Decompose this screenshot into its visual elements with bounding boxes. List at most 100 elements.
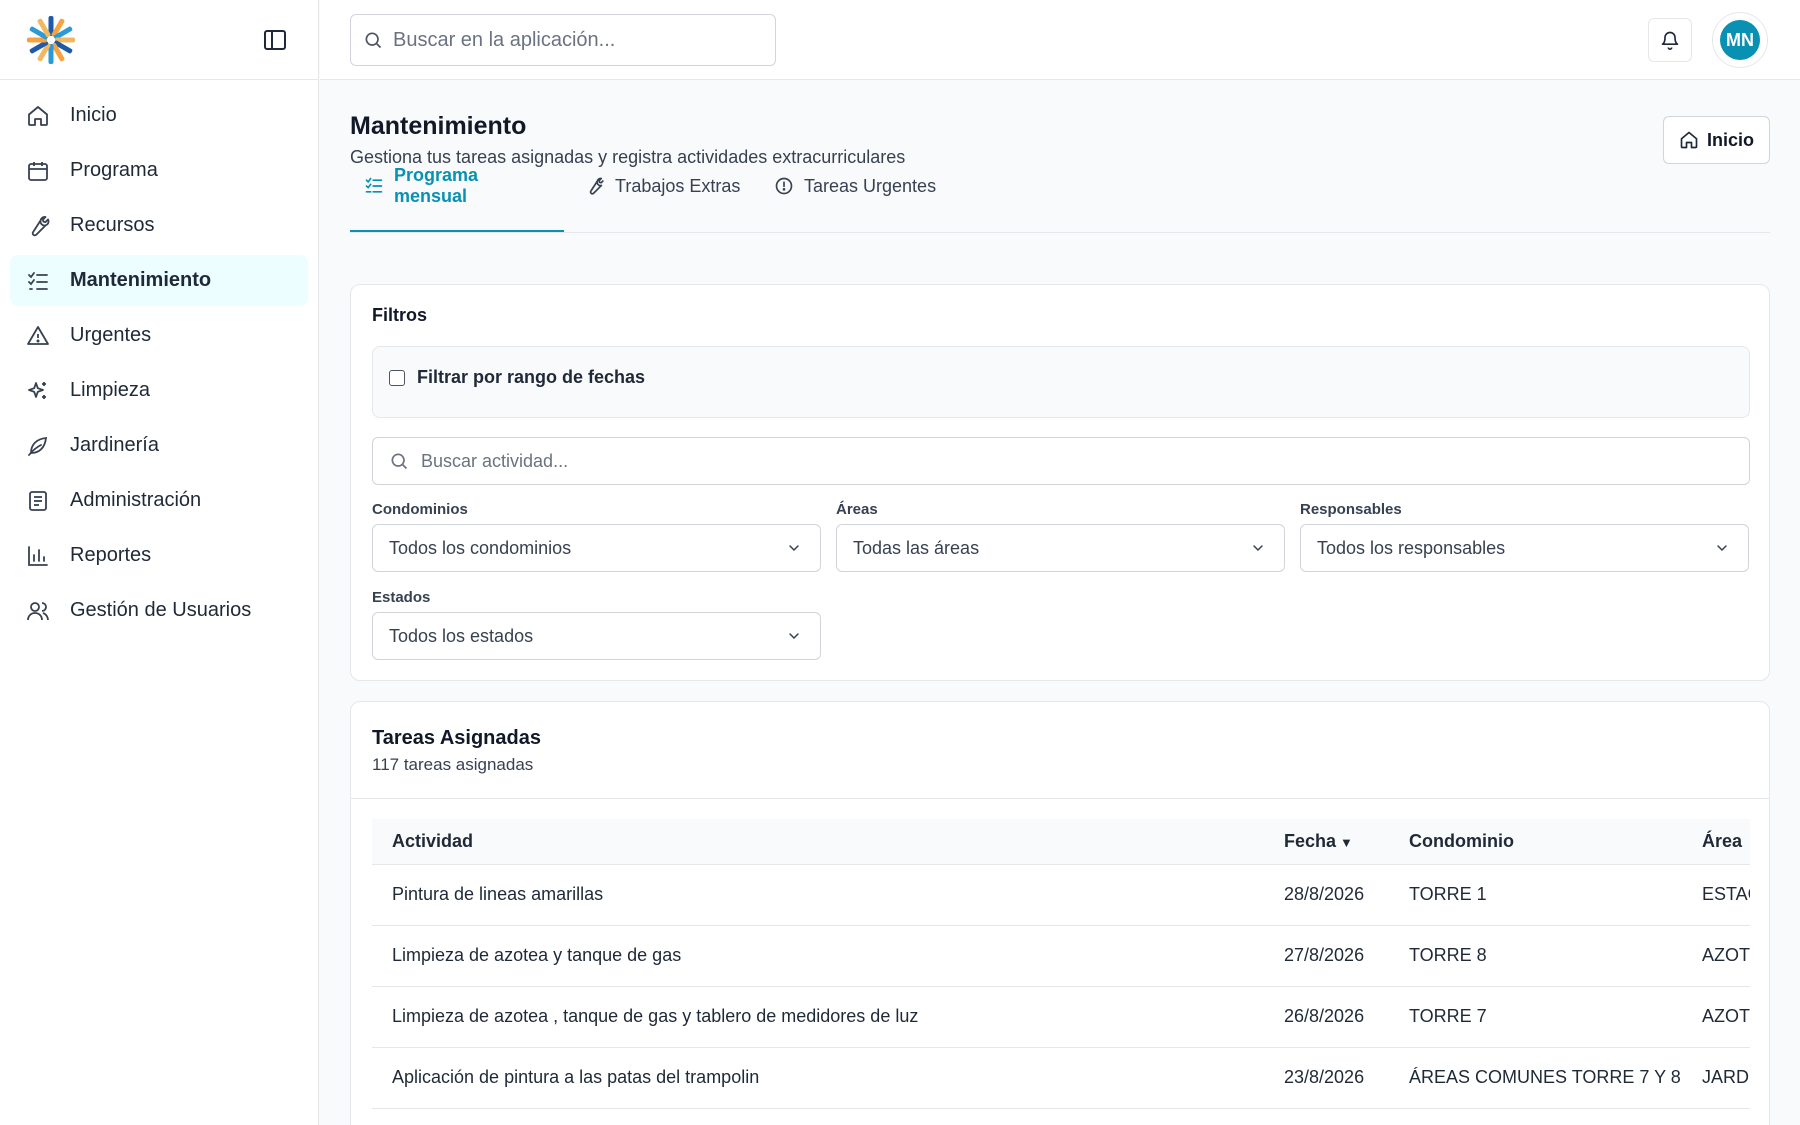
cell-condominio: TORRE 1 (1389, 864, 1682, 926)
column-header-actividad[interactable]: Actividad (372, 819, 1264, 865)
alert-triangle-icon (26, 324, 50, 348)
date-range-panel: Filtrar por rango de fechas (372, 346, 1750, 418)
cell-actividad: Limpieza de azotea y tanque de gas (372, 925, 1264, 987)
bell-icon (1661, 31, 1679, 50)
sidebar-item-label: Limpieza (70, 379, 151, 401)
column-header-condominio[interactable]: Condominio (1389, 819, 1682, 865)
condominios-label: Condominios (372, 501, 468, 518)
app-search-input[interactable] (393, 28, 753, 52)
estados-label: Estados (372, 589, 431, 606)
tab-label: Trabajos Extras (615, 175, 741, 196)
users-icon (26, 599, 50, 623)
app-logo[interactable] (25, 14, 77, 66)
calendar-icon (26, 159, 50, 183)
chevron-down-icon (789, 633, 799, 640)
sidebar-item-reportes[interactable]: Reportes (10, 530, 308, 581)
activity-search[interactable] (372, 437, 1750, 485)
sidebar-item-label: Gestión de Usuarios (70, 599, 252, 621)
tab-label: Tareas Urgentes (804, 175, 937, 196)
sidebar-item-mantenimiento[interactable]: Mantenimiento (10, 255, 308, 306)
alert-circle-icon (774, 176, 794, 196)
sidebar-item-label: Programa (70, 159, 158, 181)
cell-condominio: TORRE 8 (1389, 925, 1682, 987)
sidebar-nav: Inicio Programa Recursos Mantenimiento U… (0, 80, 318, 636)
sidebar-item-programa[interactable]: Programa (10, 145, 308, 196)
sort-desc-icon: ▼ (1340, 834, 1353, 850)
sidebar-item-administracion[interactable]: Administración (10, 475, 308, 526)
cell-actividad: Aplicación de pintura a las patas del tr… (372, 1047, 1264, 1109)
responsables-select[interactable]: Todos los responsables (1300, 524, 1749, 572)
wrench-icon (585, 176, 605, 196)
chevron-down-icon (789, 545, 799, 552)
sidebar-item-label: Jardinería (70, 434, 159, 456)
condominios-select[interactable]: Todos los condominios (372, 524, 821, 572)
cell-condominio: TORRE 7 (1389, 986, 1682, 1048)
responsables-value: Todos los responsables (1317, 537, 1506, 558)
sidebar-item-inicio[interactable]: Inicio (10, 90, 308, 141)
date-range-checkbox[interactable]: Filtrar por rango de fechas (389, 367, 645, 388)
document-icon (26, 489, 50, 513)
cell-area: AZOTI (1682, 986, 1750, 1048)
user-menu-button[interactable]: MN (1712, 12, 1768, 68)
tasks-title: Tareas Asignadas (372, 727, 541, 749)
sidebar-item-recursos[interactable]: Recursos (10, 200, 308, 251)
column-header-area[interactable]: Área (1682, 819, 1750, 865)
column-label: Actividad (392, 830, 474, 851)
top-bar: MN (320, 0, 1800, 80)
cell-condominio: ÁREAS COMUNES TORRE 7 Y 8 (1389, 1047, 1682, 1109)
tasks-table: Actividad Fecha ▼ Condominio Área Pintura… (372, 819, 1750, 1109)
cell-actividad: Limpieza de azotea , tanque de gas y tab… (372, 986, 1264, 1048)
chevron-down-icon (1717, 545, 1727, 552)
areas-label: Áreas (836, 501, 878, 518)
bar-chart-icon (26, 544, 50, 568)
tasks-divider (351, 798, 1769, 799)
tabs: Programa mensual Trabajos Extras Tareas … (350, 140, 1770, 233)
table-row[interactable]: Limpieza de azotea y tanque de gas 27/8/… (372, 925, 1750, 987)
avatar: MN (1720, 20, 1760, 60)
sidebar-item-gestion-usuarios[interactable]: Gestión de Usuarios (10, 585, 308, 636)
sidebar-item-label: Inicio (70, 104, 117, 126)
filters-card: Filtros Filtrar por rango de fechas Cond… (350, 284, 1770, 681)
sidebar-item-urgentes[interactable]: Urgentes (10, 310, 308, 361)
checkbox-box[interactable] (389, 369, 405, 386)
cell-fecha: 26/8/2026 (1264, 986, 1389, 1048)
tab-programa-mensual[interactable]: Programa mensual (350, 140, 564, 233)
table-row[interactable]: Pintura de lineas amarillas 28/8/2026 TO… (372, 864, 1750, 926)
filters-title: Filtros (372, 305, 428, 325)
sidebar-item-label: Urgentes (70, 324, 152, 346)
app-search[interactable] (350, 14, 776, 66)
estados-select[interactable]: Todos los estados (372, 612, 821, 660)
cell-actividad: Pintura de lineas amarillas (372, 864, 1264, 926)
column-header-fecha[interactable]: Fecha ▼ (1264, 819, 1389, 865)
tab-label: Programa mensual (394, 165, 479, 206)
page-title: Mantenimiento (350, 112, 527, 140)
cell-fecha: 28/8/2026 (1264, 864, 1389, 926)
activity-search-input[interactable] (421, 450, 1621, 472)
cell-area: JARDI (1682, 1047, 1750, 1109)
panel-left-icon (264, 30, 286, 50)
cell-area: AZOTI (1682, 925, 1750, 987)
sidebar-toggle-button[interactable] (262, 28, 288, 52)
list-check-icon (364, 176, 384, 196)
table-row[interactable]: Aplicación de pintura a las patas del tr… (372, 1047, 1750, 1109)
column-label: Condominio (1409, 830, 1514, 851)
column-label: Fecha (1284, 830, 1337, 851)
notifications-button[interactable] (1648, 18, 1692, 62)
search-icon (391, 453, 408, 470)
tasks-card: Tareas Asignadas 117 tareas asignadas Ac… (350, 701, 1770, 1125)
table-row[interactable]: Limpieza de azotea , tanque de gas y tab… (372, 986, 1750, 1048)
search-icon (365, 32, 382, 49)
home-icon (26, 104, 50, 128)
tab-tareas-urgentes[interactable]: Tareas Urgentes (760, 140, 950, 232)
sidebar-item-label: Reportes (70, 544, 152, 566)
tasks-table-scroll[interactable]: Actividad Fecha ▼ Condominio Área Pintura… (372, 819, 1750, 1125)
areas-select[interactable]: Todas las áreas (836, 524, 1285, 572)
sidebar-item-limpieza[interactable]: Limpieza (10, 365, 308, 416)
sidebar-item-jardineria[interactable]: Jardinería (10, 420, 308, 471)
areas-value: Todas las áreas (853, 537, 980, 558)
sidebar-header (0, 0, 318, 80)
tabs-divider (350, 232, 1770, 233)
tab-trabajos-extras[interactable]: Trabajos Extras (571, 140, 754, 232)
sidebar-item-label: Recursos (70, 214, 155, 236)
chevron-down-icon (1253, 545, 1263, 552)
